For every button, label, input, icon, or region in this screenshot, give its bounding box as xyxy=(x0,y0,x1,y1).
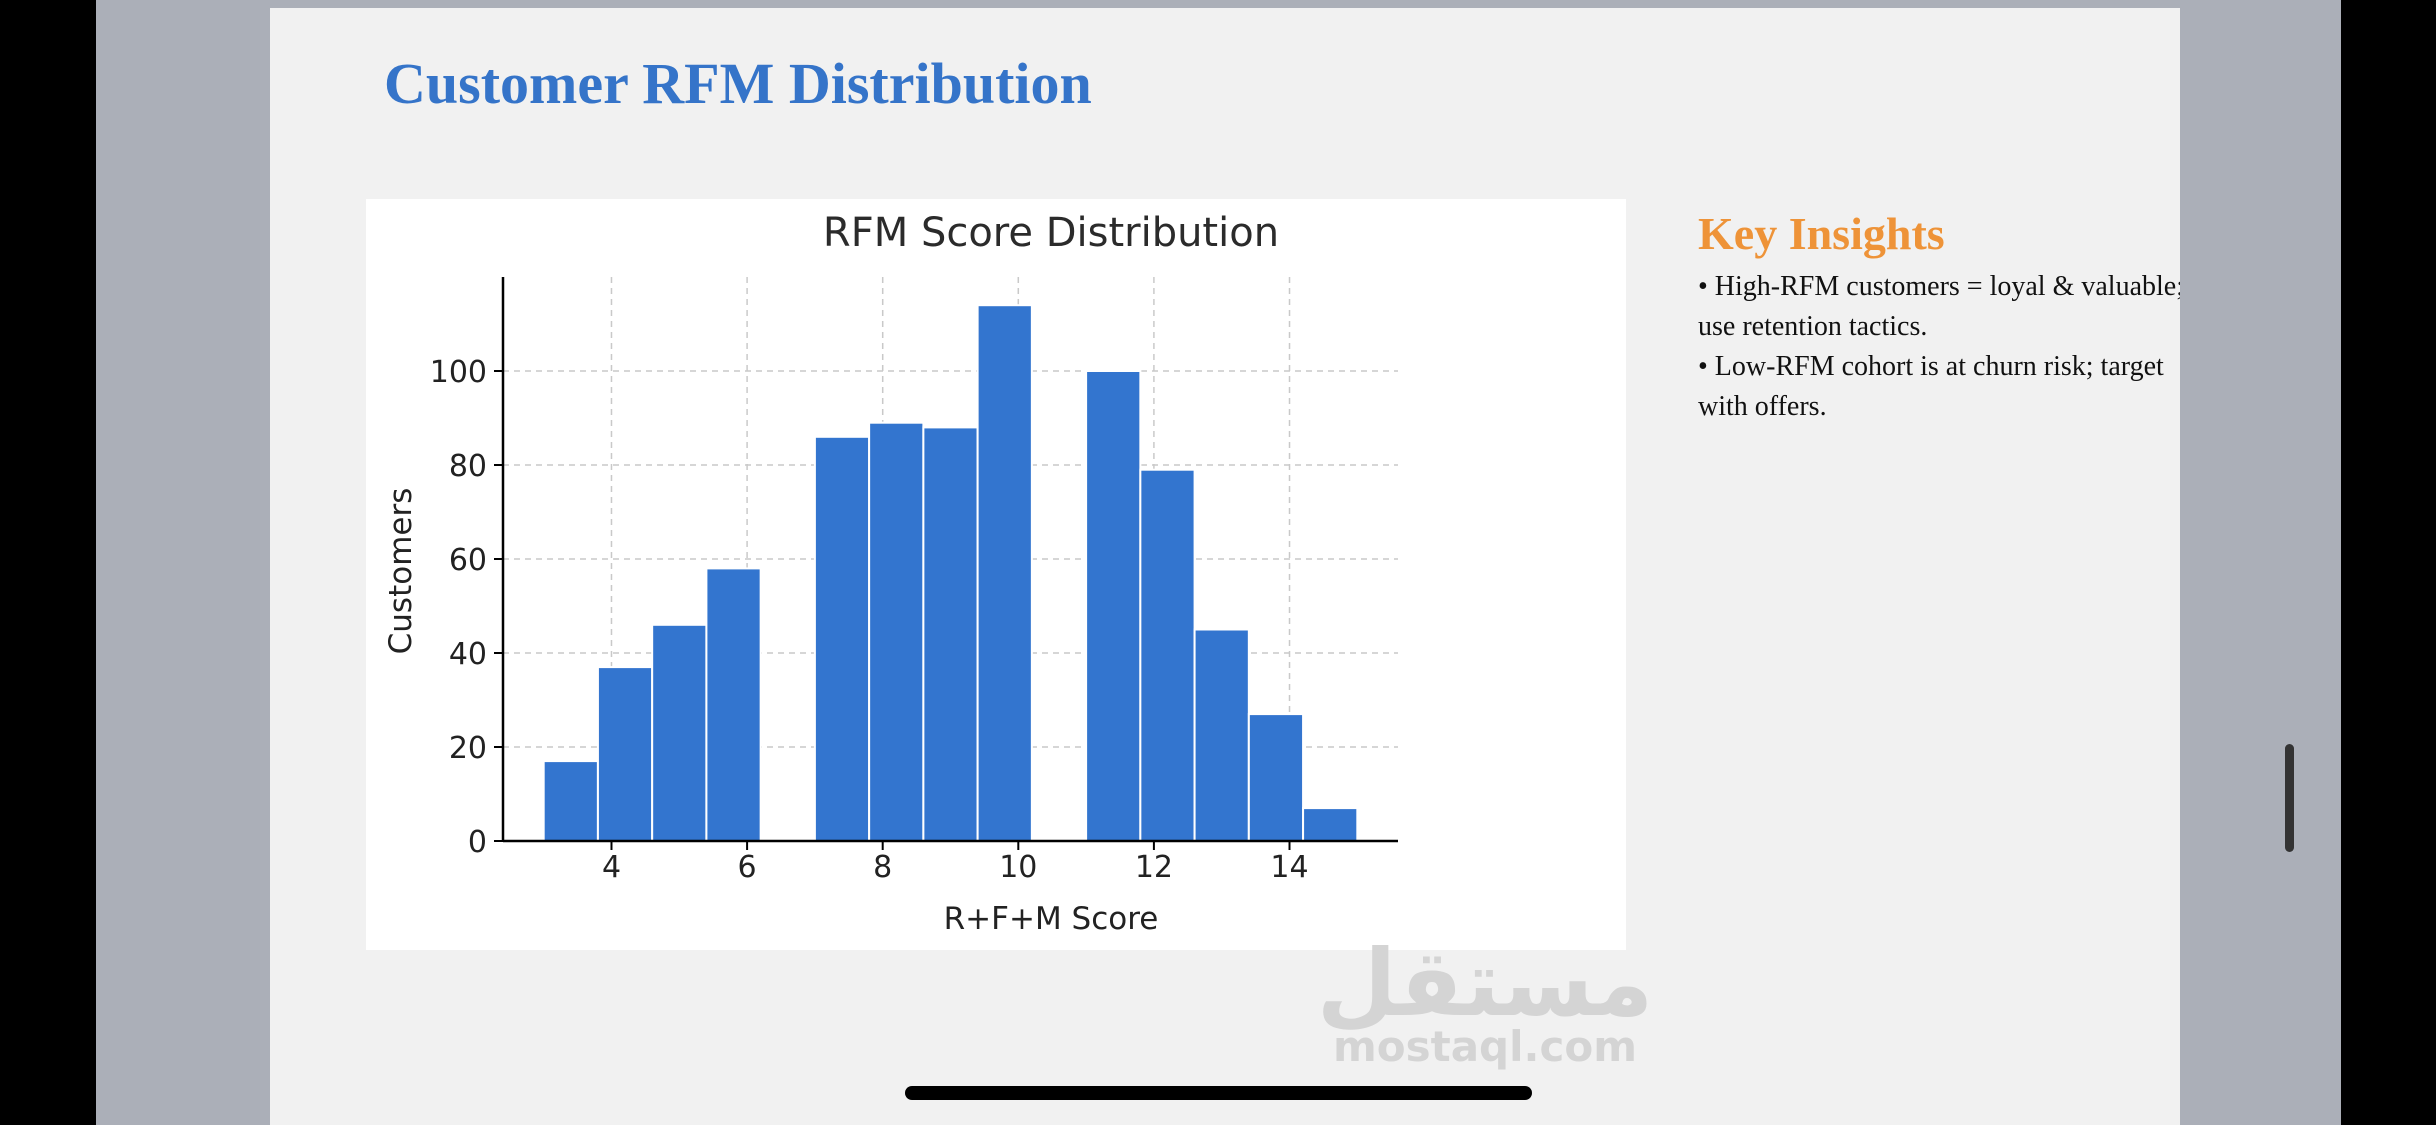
histogram-bar xyxy=(1085,370,1142,842)
chart-panel: RFM Score Distribution 4 6 8 10 12 14 0 20 40 60 8… xyxy=(366,199,1626,950)
rfm-histogram-chart: RFM Score Distribution 4 6 8 10 12 14 0 20 40 60 8… xyxy=(383,210,1398,937)
insight-item: • Low-RFM cohort is at churn risk; targe… xyxy=(1698,351,2164,423)
histogram-bar xyxy=(651,623,708,842)
key-insights-panel: Key Insights • High-RFM customers = loya… xyxy=(1698,206,2180,427)
watermark-arabic: مستقل xyxy=(1316,930,1654,1037)
x-tick-label: 10 xyxy=(999,850,1037,885)
y-tick-label: 80 xyxy=(449,449,487,484)
slide: Customer RFM Distribution RFM Score Dist… xyxy=(270,8,2180,1125)
x-tick-label: 4 xyxy=(602,850,621,885)
watermark: مستقل mostaql.com xyxy=(1285,938,1685,1068)
insights-list: • High-RFM customers = loyal & valuable;… xyxy=(1698,267,2180,427)
vertical-scrollbar[interactable] xyxy=(2285,744,2294,852)
y-tick-label: 20 xyxy=(449,731,487,766)
x-tick-label: 14 xyxy=(1270,850,1308,885)
watermark-latin: mostaql.com xyxy=(1333,1022,1637,1071)
histogram-bar xyxy=(813,435,871,843)
histogram-bar xyxy=(976,304,1033,842)
y-tick-label: 40 xyxy=(449,637,487,672)
x-tick-label: 6 xyxy=(738,850,757,885)
histogram-bar xyxy=(1302,807,1359,842)
histogram-bar xyxy=(1139,468,1196,842)
histogram-bar xyxy=(542,760,599,842)
y-tick-label: 60 xyxy=(449,543,487,578)
bars-layer xyxy=(542,304,1359,843)
histogram-bar xyxy=(596,666,654,842)
y-tick-label: 0 xyxy=(468,825,487,860)
x-tick-label: 8 xyxy=(873,850,892,885)
insights-title: Key Insights xyxy=(1698,208,1945,259)
insight-item: • High-RFM customers = loyal & valuable;… xyxy=(1698,271,2180,343)
histogram-bar xyxy=(705,567,762,842)
x-tick-label: 12 xyxy=(1135,850,1173,885)
home-indicator[interactable] xyxy=(905,1086,1532,1100)
slide-title: Customer RFM Distribution xyxy=(384,51,1092,116)
histogram-bar xyxy=(1193,628,1250,842)
y-tick-label: 100 xyxy=(430,355,487,390)
y-axis-label: Customers xyxy=(383,488,419,655)
histogram-bar xyxy=(922,426,979,842)
chart-title: RFM Score Distribution xyxy=(823,210,1279,256)
x-axis-label: R+F+M Score xyxy=(944,901,1159,937)
histogram-bar xyxy=(868,421,925,842)
histogram-bar xyxy=(1247,713,1305,842)
